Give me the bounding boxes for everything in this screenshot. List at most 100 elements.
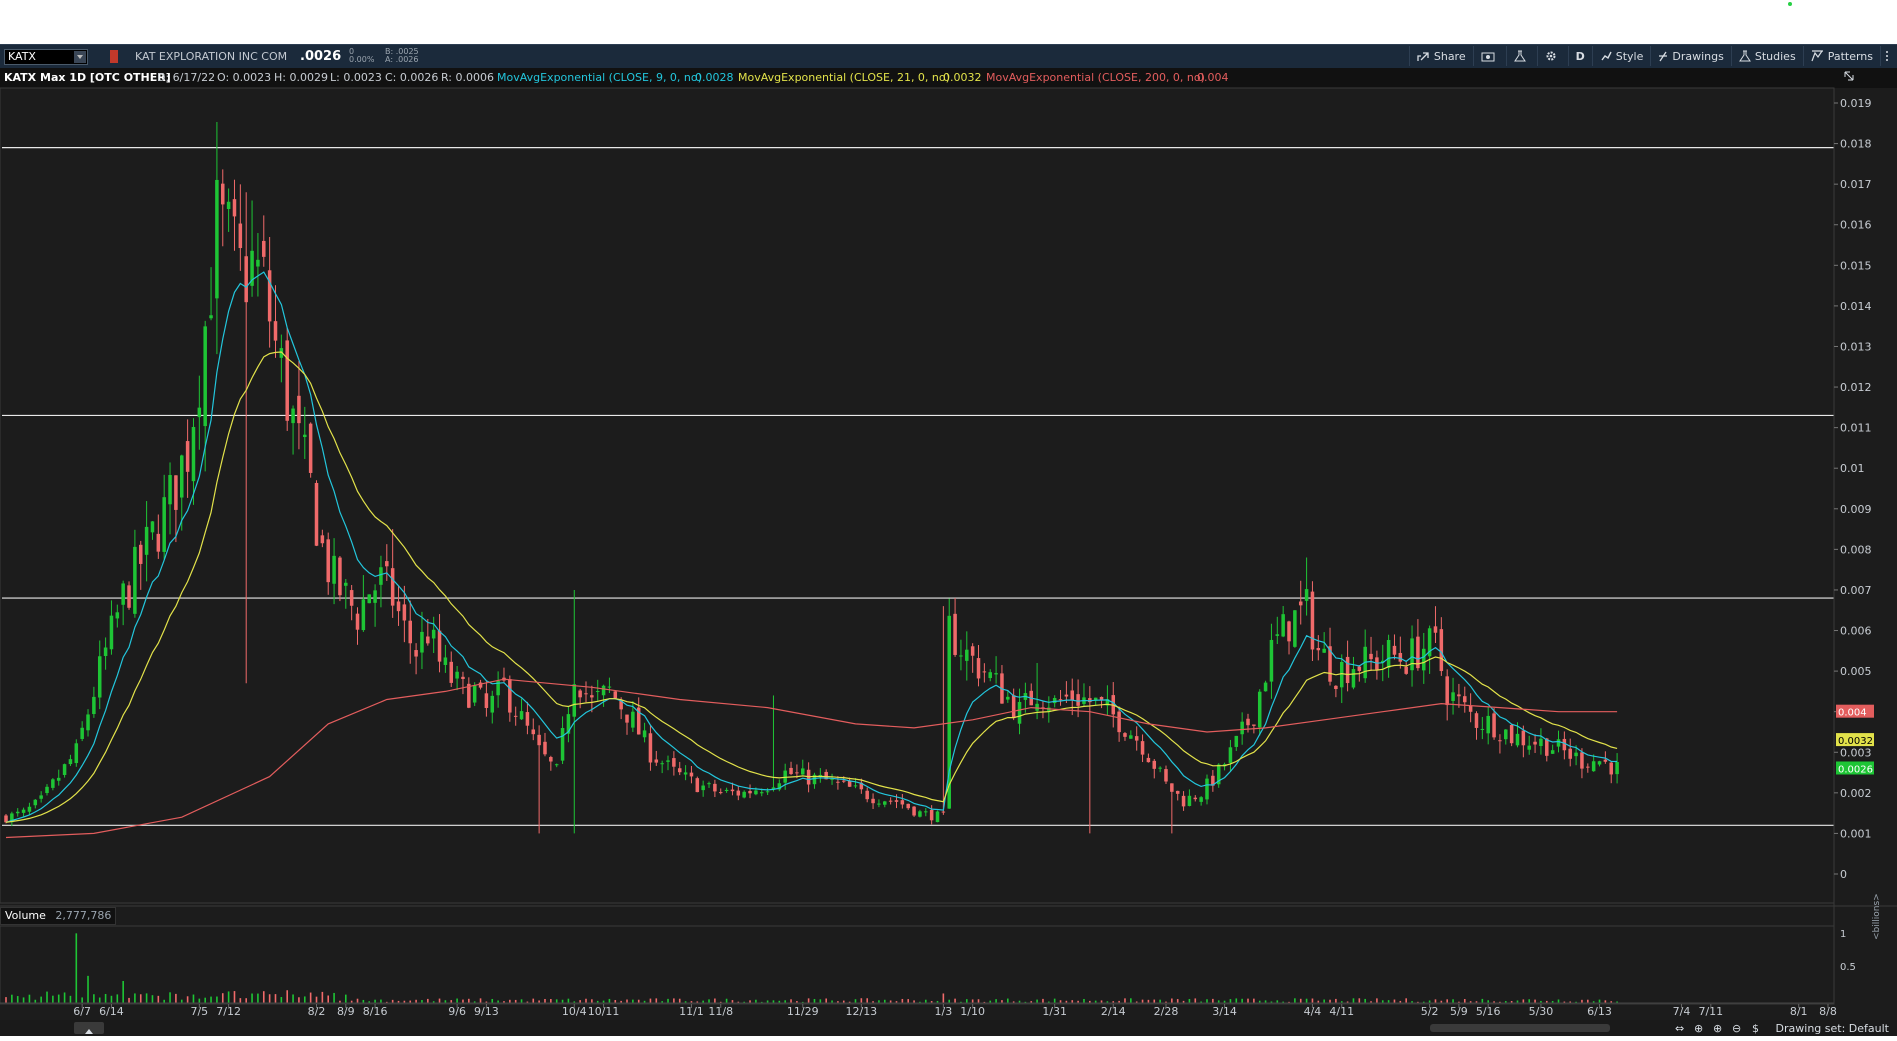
share-button[interactable]: Share bbox=[1408, 46, 1473, 66]
volume-bar bbox=[831, 1000, 833, 1003]
volume-bar bbox=[503, 1001, 505, 1003]
style-button[interactable]: Style bbox=[1591, 46, 1651, 66]
volume-bar bbox=[1563, 1001, 1566, 1003]
candle-body bbox=[1498, 740, 1502, 742]
period-button[interactable]: D bbox=[1567, 46, 1592, 66]
volume-bar bbox=[655, 998, 658, 1003]
candle-body bbox=[824, 771, 828, 780]
studies-flask-icon bbox=[1738, 50, 1751, 62]
horizontal-scrollbar[interactable] bbox=[1430, 1024, 1610, 1032]
x-tick-label: 11/1 bbox=[679, 1005, 704, 1018]
candle-body bbox=[1146, 757, 1151, 763]
candle-body bbox=[877, 803, 881, 805]
candle-body bbox=[68, 759, 73, 765]
candle-body bbox=[267, 270, 272, 322]
candle-body bbox=[1298, 601, 1303, 606]
x-tick-label: 4/11 bbox=[1329, 1005, 1354, 1018]
candle-body bbox=[326, 539, 330, 583]
volume-bar bbox=[1545, 1000, 1548, 1003]
volume-bar bbox=[673, 998, 675, 1003]
screenshot-button[interactable] bbox=[1472, 46, 1506, 66]
candle-body bbox=[1099, 696, 1104, 700]
volume-bar bbox=[684, 1001, 687, 1003]
zoom-in-icon[interactable]: ⊕ bbox=[1713, 1022, 1722, 1035]
ema21-label[interactable]: MovAvgExponential (CLOSE, 21, 0, no) bbox=[738, 71, 950, 85]
candle-body bbox=[1216, 764, 1221, 785]
candle-body bbox=[402, 604, 407, 621]
scroll-handle[interactable] bbox=[74, 1022, 104, 1034]
x-tick-label: 3/14 bbox=[1212, 1005, 1237, 1018]
volume-bar bbox=[1141, 999, 1144, 1003]
pan-icon[interactable]: ⇔ bbox=[1675, 1022, 1684, 1035]
volume-bar bbox=[784, 1000, 786, 1003]
volume-bar bbox=[1212, 998, 1214, 1003]
candle-body bbox=[133, 546, 137, 614]
more-button[interactable] bbox=[1880, 46, 1897, 66]
volume-bar bbox=[1399, 1000, 1402, 1003]
candle-body bbox=[273, 321, 278, 341]
candle-body bbox=[1269, 639, 1274, 682]
volume-bar bbox=[1616, 1001, 1618, 1003]
candle-body bbox=[285, 340, 289, 421]
candle-body bbox=[1509, 724, 1514, 744]
price-badge-label: 0.004 bbox=[1838, 708, 1867, 719]
volume-bar bbox=[251, 993, 253, 1003]
x-tick-label: 1/10 bbox=[960, 1005, 985, 1018]
volume-bar bbox=[81, 997, 83, 1003]
candle-body bbox=[437, 630, 442, 662]
crosshair-icon[interactable]: ⊕ bbox=[1694, 1022, 1703, 1035]
ema200-line bbox=[5, 678, 1618, 839]
volume-bar bbox=[872, 1001, 874, 1003]
zoom-out-icon[interactable]: ⊖ bbox=[1732, 1022, 1741, 1035]
price-chart[interactable]: 0.0190.0180.0170.0160.0150.0140.0130.012… bbox=[0, 0, 1897, 1036]
candle-body bbox=[1123, 733, 1127, 737]
candle-body bbox=[1468, 705, 1473, 712]
candle-body bbox=[1334, 685, 1338, 690]
price-badge bbox=[1836, 704, 1874, 718]
volume-bar bbox=[1159, 999, 1161, 1003]
volume-bar bbox=[977, 999, 980, 1003]
volume-bar bbox=[813, 998, 816, 1003]
candle-body bbox=[80, 727, 84, 739]
symbol-dropdown-icon[interactable] bbox=[74, 51, 86, 63]
volume-bar bbox=[368, 1001, 371, 1003]
volume-bar bbox=[315, 996, 318, 1003]
volume-bar bbox=[69, 995, 72, 1003]
candle-body bbox=[1211, 775, 1215, 786]
volume-bar bbox=[280, 997, 283, 1003]
volume-bar bbox=[1604, 1000, 1607, 1003]
bar-low: L: 0.0023 bbox=[330, 71, 382, 84]
volume-bar bbox=[1587, 999, 1589, 1003]
volume-bar bbox=[860, 998, 863, 1003]
volume-bar bbox=[1522, 999, 1525, 1003]
volume-bar bbox=[790, 999, 792, 1003]
volume-bar bbox=[1346, 1001, 1349, 1003]
ema21-line bbox=[5, 351, 1618, 823]
volume-bar bbox=[57, 994, 60, 1003]
volume-bar bbox=[145, 993, 148, 1003]
volume-bar bbox=[128, 997, 130, 1003]
ema200-label[interactable]: MovAvgExponential (CLOSE, 200, 0, no) bbox=[986, 71, 1205, 85]
candle-body bbox=[1000, 673, 1004, 704]
candle-body bbox=[1574, 752, 1578, 757]
alert-flag-icon[interactable] bbox=[110, 50, 118, 63]
volume-bar bbox=[1077, 1000, 1079, 1003]
candle-body bbox=[144, 526, 149, 555]
dollar-icon[interactable]: $ bbox=[1752, 1022, 1759, 1035]
candle-body bbox=[1521, 730, 1526, 746]
patterns-button[interactable]: Patterns bbox=[1802, 46, 1880, 66]
drawing-set[interactable]: Drawing set: Default bbox=[1776, 1022, 1889, 1035]
y-tick-label: 0.015 bbox=[1840, 259, 1872, 272]
flask-button[interactable] bbox=[1505, 46, 1537, 66]
settings-button[interactable] bbox=[1536, 46, 1568, 66]
volume-bar bbox=[356, 998, 359, 1003]
drawings-button[interactable]: Drawings bbox=[1650, 46, 1730, 66]
x-tick-label: 11/8 bbox=[708, 1005, 733, 1018]
volume-bar bbox=[139, 994, 142, 1003]
candle-body bbox=[238, 223, 243, 249]
y-tick-label: 0.003 bbox=[1840, 746, 1872, 759]
ema9-label[interactable]: MovAvgExponential (CLOSE, 9, 0, no) bbox=[497, 71, 702, 85]
candle-body bbox=[1205, 778, 1209, 800]
studies-button[interactable]: Studies bbox=[1730, 46, 1803, 66]
symbol-input[interactable]: KATX bbox=[4, 49, 88, 65]
